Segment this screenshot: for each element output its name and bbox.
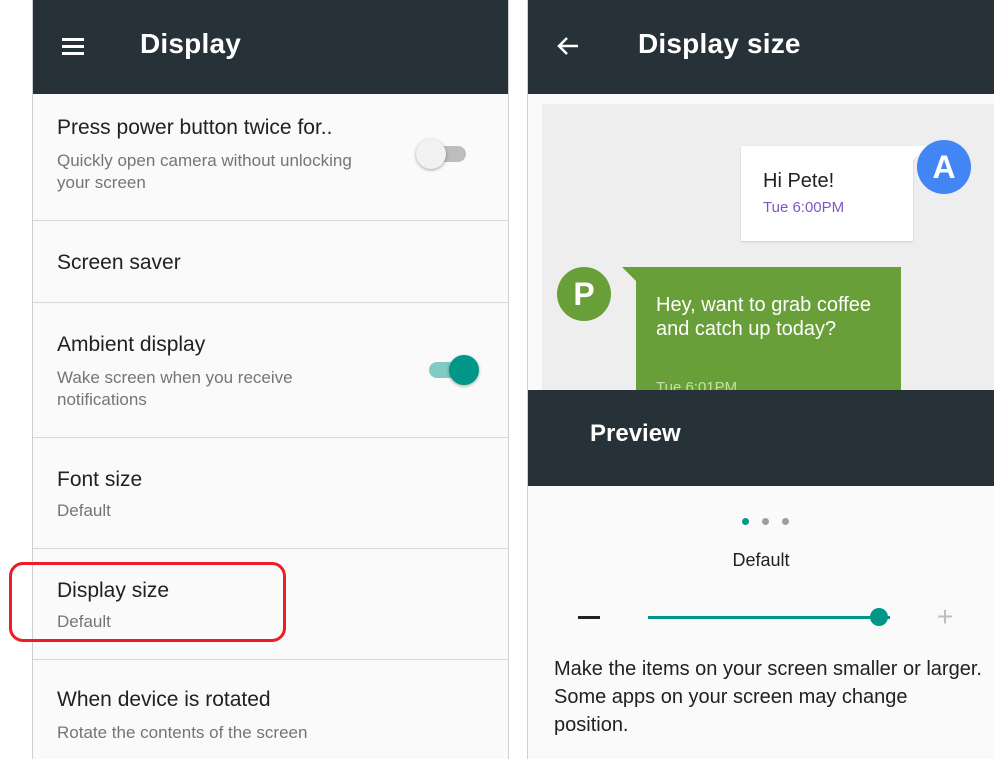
avatar: A xyxy=(917,140,971,194)
page-title: Display xyxy=(140,28,241,59)
pref-summary: Rotate the contents of the screen xyxy=(57,723,308,742)
display-settings-screen: Display Press power button twice for.. Q… xyxy=(32,0,509,759)
pref-title: When device is rotated xyxy=(57,688,271,711)
pref-press-power-twice[interactable]: Press power button twice for.. Quickly o… xyxy=(33,94,508,221)
minus-icon xyxy=(578,616,600,619)
press-power-twice-toggle[interactable] xyxy=(416,137,470,171)
message-time: Tue 6:00PM xyxy=(763,199,845,216)
size-label: Default xyxy=(732,550,790,570)
pref-summary: Default xyxy=(57,501,111,520)
preview-bar: Preview xyxy=(528,390,994,486)
message-text: Hey, want to grab coffee and catch up to… xyxy=(656,294,871,340)
pref-display-size[interactable]: Display size Default xyxy=(33,549,508,660)
pref-title: Font size xyxy=(57,468,143,491)
page-dot xyxy=(742,518,749,525)
pref-font-size[interactable]: Font size Default xyxy=(33,438,508,549)
hamburger-menu-icon[interactable] xyxy=(53,26,93,66)
display-size-screen: Display size Hi Pete! Tue 6:00PM A P Hey… xyxy=(527,0,994,759)
pref-summary: Default xyxy=(57,612,111,631)
message-time: Tue 6:01PM xyxy=(656,379,738,390)
arrow-back-icon[interactable] xyxy=(548,26,588,66)
display-size-slider[interactable] xyxy=(648,607,890,627)
preview-conversation: Hi Pete! Tue 6:00PM A P Hey, want to gra… xyxy=(542,104,994,390)
slider-thumb[interactable] xyxy=(870,608,888,626)
app-bar: Display xyxy=(33,0,508,94)
slider-track xyxy=(648,616,890,619)
message-text: Hi Pete! xyxy=(763,170,835,192)
message-bubble-outgoing: Hi Pete! Tue 6:00PM xyxy=(741,146,927,241)
ambient-display-toggle[interactable] xyxy=(425,353,479,387)
pref-title: Press power button twice for.. xyxy=(57,116,333,139)
avatar: P xyxy=(557,267,611,321)
pref-summary: Quickly open camera without unlocking yo… xyxy=(57,151,352,192)
pref-title: Ambient display xyxy=(57,333,206,356)
page-dot xyxy=(762,518,769,525)
page-indicator xyxy=(742,518,789,526)
message-bubble-incoming: Hey, want to grab coffee and catch up to… xyxy=(622,267,901,390)
decrease-size-button[interactable] xyxy=(572,604,606,630)
pref-ambient-display[interactable]: Ambient display Wake screen when you rec… xyxy=(33,303,508,438)
preview-label: Preview xyxy=(590,420,681,447)
pref-summary: Wake screen when you receive notificatio… xyxy=(57,368,293,409)
pref-title: Display size xyxy=(57,579,170,602)
pref-when-rotated[interactable]: When device is rotated Rotate the conten… xyxy=(33,660,508,759)
description-text: Make the items on your screen smaller or… xyxy=(554,658,982,736)
pref-screen-saver[interactable]: Screen saver xyxy=(33,221,508,303)
page-dot xyxy=(782,518,789,525)
app-bar: Display size xyxy=(528,0,994,94)
increase-size-button[interactable]: + xyxy=(928,600,962,634)
page-title: Display size xyxy=(638,28,801,59)
pref-title: Screen saver xyxy=(57,251,181,274)
